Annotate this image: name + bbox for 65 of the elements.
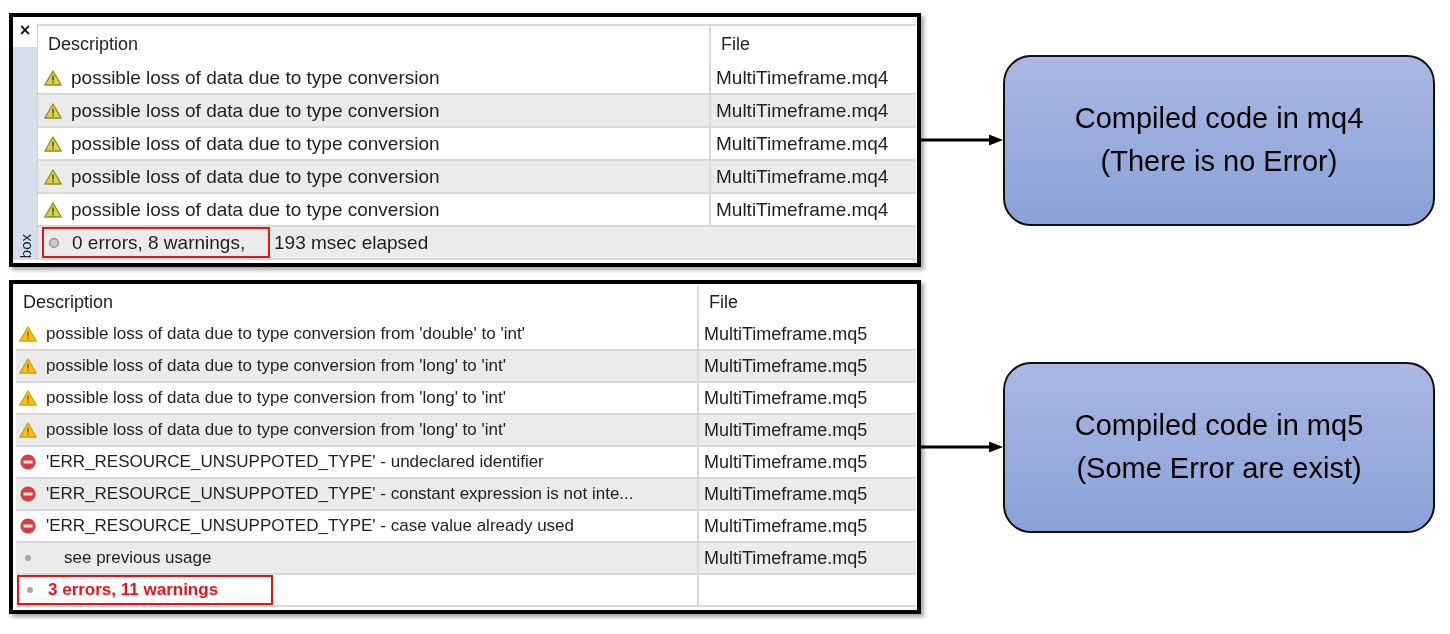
file-cell: MultiTimeframe.mq4: [709, 95, 916, 126]
status-dot-icon: [49, 237, 59, 248]
message-text: possible loss of data due to type conversion from 'long' to 'int': [46, 420, 506, 440]
message-row[interactable]: possible loss of data due to type conversion from 'double' to 'int' MultiTimeframe.mq5: [16, 319, 916, 351]
callout-note: (Some Error are exist): [1076, 451, 1362, 486]
error-icon: [20, 454, 36, 470]
error-icon: [20, 518, 36, 534]
message-text: possible loss of data due to type conversion: [71, 198, 440, 221]
file-cell: MultiTimeframe.mq5: [697, 351, 916, 381]
dock-tab[interactable]: box: [16, 229, 34, 260]
message-row[interactable]: possible loss of data due to type conversion from 'long' to 'int' MultiTimeframe.mq5: [16, 383, 916, 415]
message-row[interactable]: possible loss of data due to type conversion MultiTimeframe.mq4: [38, 161, 916, 194]
column-header[interactable]: Description: [16, 286, 697, 319]
callout-note: (There is no Error): [1100, 144, 1338, 179]
message-text: possible loss of data due to type conversion: [71, 165, 440, 188]
message-text: possible loss of data due to type conversion: [71, 66, 440, 89]
message-text: possible loss of data due to type conversion from 'double' to 'int': [46, 324, 525, 344]
error-icon: [20, 486, 36, 502]
file-cell: MultiTimeframe.mq4: [709, 161, 916, 192]
status-timing: 193 msec elapsed: [274, 231, 429, 254]
file-cell: MultiTimeframe.mq5: [697, 511, 916, 541]
message-row[interactable]: 'ERR_RESOURCE_UNSUPPOTED_TYPE' - case value already used MultiTimeframe.mq5: [16, 511, 916, 543]
callout-title: Compiled code in mq4: [1074, 100, 1364, 136]
warning-icon: [44, 135, 62, 152]
file-cell: MultiTimeframe.mq5: [697, 479, 916, 509]
column-header[interactable]: Description: [38, 26, 709, 62]
file-cell: MultiTimeframe.mq4: [709, 194, 916, 225]
message-row[interactable]: 'ERR_RESOURCE_UNSUPPOTED_TYPE' - undeclared identifier MultiTimeframe.mq5: [16, 447, 916, 479]
file-cell: MultiTimeframe.mq5: [697, 415, 916, 445]
warning-icon: [19, 358, 37, 374]
message-row[interactable]: possible loss of data due to type conversion from 'long' to 'int' MultiTimeframe.mq5: [16, 415, 916, 447]
status-summary: 3 errors, 11 warnings: [48, 580, 219, 600]
message-row[interactable]: see previous usage MultiTimeframe.mq5: [16, 543, 916, 575]
warning-icon: [44, 201, 62, 218]
message-text: 'ERR_RESOURCE_UNSUPPOTED_TYPE' - undeclared identifier: [46, 452, 544, 472]
message-text: possible loss of data due to type conversion: [71, 132, 440, 155]
file-cell: MultiTimeframe.mq5: [697, 543, 916, 573]
message-text: 'ERR_RESOURCE_UNSUPPOTED_TYPE' - constant expression is not inte...: [46, 484, 634, 504]
warning-icon: [44, 69, 62, 86]
message-text: 'ERR_RESOURCE_UNSUPPOTED_TYPE' - case value already used: [46, 516, 574, 536]
message-text: possible loss of data due to type conversion from 'long' to 'int': [46, 356, 506, 376]
message-text: possible loss of data due to type conversion: [71, 99, 440, 122]
message-text: see previous usage: [64, 548, 212, 568]
warning-icon: [19, 422, 37, 438]
message-row[interactable]: possible loss of data due to type conversion MultiTimeframe.mq4: [38, 194, 916, 227]
warning-icon: [44, 102, 62, 119]
message-row[interactable]: possible loss of data due to type conversion MultiTimeframe.mq4: [38, 128, 916, 161]
message-row[interactable]: 'ERR_RESOURCE_UNSUPPOTED_TYPE' - constant expression is not inte... MultiTimeframe.mq5: [16, 479, 916, 511]
warning-icon: [19, 326, 37, 342]
callout-title: Compiled code in mq5: [1074, 407, 1364, 443]
file-cell: MultiTimeframe.mq5: [697, 383, 916, 413]
message-row[interactable]: possible loss of data due to type conversion MultiTimeframe.mq4: [38, 62, 916, 95]
dot-icon: [25, 555, 31, 561]
warning-icon: [44, 168, 62, 185]
file-cell: MultiTimeframe.mq5: [697, 319, 916, 349]
message-text: possible loss of data due to type conversion from 'long' to 'int': [46, 388, 506, 408]
message-row[interactable]: possible loss of data due to type conversion from 'long' to 'int' MultiTimeframe.mq5: [16, 351, 916, 383]
file-cell: MultiTimeframe.mq5: [697, 447, 916, 477]
message-row[interactable]: possible loss of data due to type conversion MultiTimeframe.mq4: [38, 95, 916, 128]
warning-icon: [19, 390, 37, 406]
status-dot-icon: [27, 587, 33, 593]
status-summary: 0 errors, 8 warnings,: [72, 231, 246, 254]
file-cell: MultiTimeframe.mq4: [709, 128, 916, 159]
close-button[interactable]: ×: [13, 17, 37, 47]
file-cell: MultiTimeframe.mq4: [709, 62, 916, 93]
